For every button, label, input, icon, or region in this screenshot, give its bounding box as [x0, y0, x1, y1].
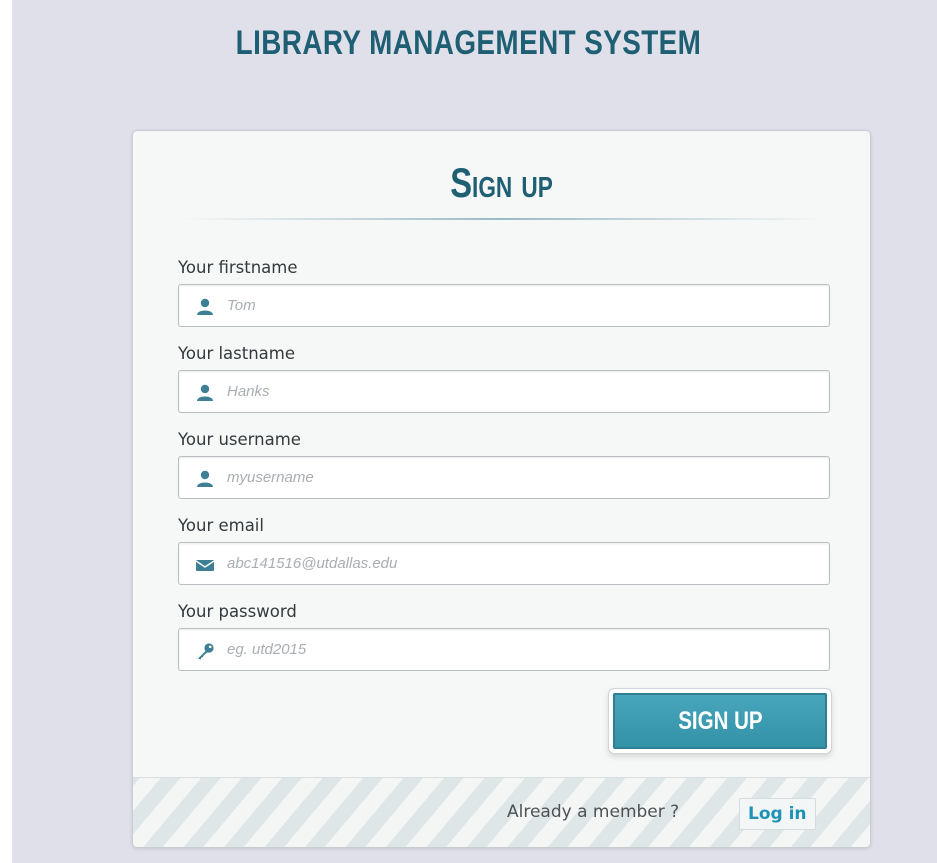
- signup-card: Sign up Your firstname Your lastname You…: [132, 130, 871, 848]
- signup-button-label: SIGN UP: [677, 706, 763, 735]
- page-edge: [0, 0, 12, 863]
- firstname-input[interactable]: [227, 285, 817, 326]
- user-icon: [195, 384, 215, 402]
- email-label: Your email: [178, 516, 264, 535]
- app-title: LIBRARY MANAGEMENT SYSTEM: [235, 24, 702, 62]
- password-input[interactable]: [227, 629, 817, 670]
- lastname-input[interactable]: [227, 371, 817, 412]
- heading-divider: [183, 218, 823, 220]
- password-label: Your password: [178, 602, 297, 621]
- email-input[interactable]: [227, 543, 817, 584]
- username-field[interactable]: [178, 456, 830, 499]
- username-label: Your username: [178, 430, 301, 449]
- envelope-icon: [195, 556, 215, 574]
- login-link[interactable]: Log in: [739, 798, 816, 830]
- already-member-text: Already a member ?: [507, 802, 680, 822]
- form-heading: Sign up: [450, 159, 553, 206]
- password-field[interactable]: [178, 628, 830, 671]
- lastname-label: Your lastname: [178, 344, 296, 363]
- user-icon: [195, 470, 215, 488]
- email-field[interactable]: [178, 542, 830, 585]
- firstname-label: Your firstname: [178, 258, 298, 277]
- card-footer: Already a member ? Log in: [133, 777, 870, 847]
- signup-button[interactable]: SIGN UP: [613, 693, 827, 749]
- key-icon: [195, 642, 215, 660]
- user-icon: [195, 298, 215, 316]
- firstname-field[interactable]: [178, 284, 830, 327]
- lastname-field[interactable]: [178, 370, 830, 413]
- username-input[interactable]: [227, 457, 817, 498]
